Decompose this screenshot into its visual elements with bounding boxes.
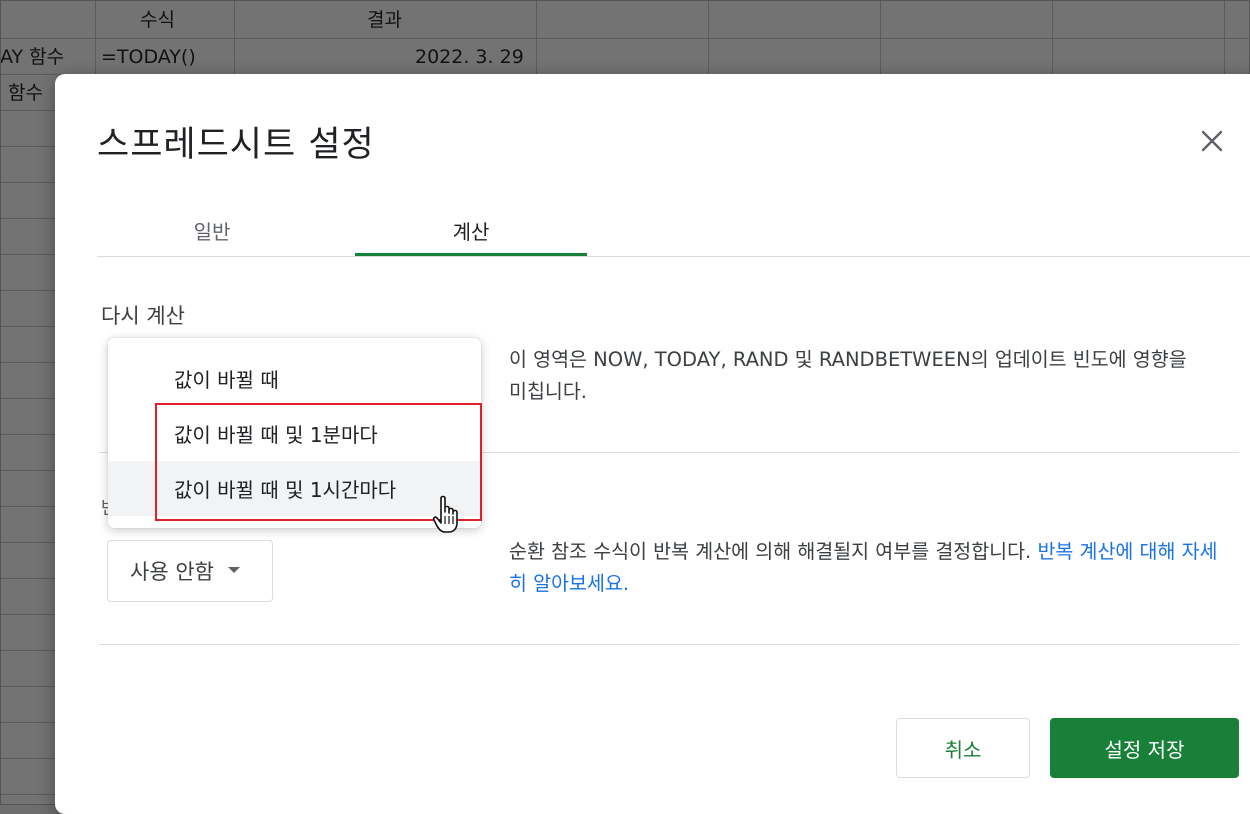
iterative-dropdown[interactable]: 사용 안함 bbox=[107, 540, 273, 602]
dialog-title: 스프레드시트 설정 bbox=[97, 125, 375, 165]
recalc-description: 이 영역은 NOW, TODAY, RAND 및 RANDBETWEEN의 업데… bbox=[509, 348, 1187, 403]
sheet-cell-result[interactable]: 2022. 3. 29 bbox=[415, 39, 524, 75]
dropdown-value: 사용 안함 bbox=[130, 560, 214, 584]
sheet-cell-label[interactable]: 함수 bbox=[8, 75, 43, 111]
menu-item-on-change[interactable]: 값이 바뀔 때 bbox=[108, 351, 481, 406]
tab-calculation[interactable]: 계산 bbox=[355, 204, 587, 256]
iterative-description-text: 순환 참조 수식이 반복 계산에 의해 해결될지 여부를 결정합니다. bbox=[509, 540, 1038, 563]
sheet-cell-formula[interactable]: =TODAY() bbox=[101, 39, 196, 75]
menu-item-every-minute[interactable]: 값이 바뀔 때 및 1분마다 bbox=[108, 406, 481, 461]
recalc-menu: 값이 바뀔 때 값이 바뀔 때 및 1분마다 값이 바뀔 때 및 1시간마다 bbox=[108, 338, 481, 528]
cancel-button[interactable]: 취소 bbox=[896, 718, 1030, 778]
active-tab-indicator bbox=[355, 253, 587, 256]
hand-pointer-icon bbox=[432, 495, 458, 533]
sheet-header-result[interactable]: 결과 bbox=[367, 2, 402, 38]
sheet-cell-label[interactable]: AY 함수 bbox=[0, 39, 64, 75]
close-button[interactable] bbox=[1195, 124, 1229, 158]
close-icon bbox=[1201, 130, 1223, 152]
recalc-label: 다시 계산 bbox=[101, 304, 185, 328]
iterative-description: 순환 참조 수식이 반복 계산에 의해 해결될지 여부를 결정합니다. 반복 계… bbox=[509, 536, 1219, 600]
caret-down-icon bbox=[227, 567, 240, 573]
menu-item-every-hour[interactable]: 값이 바뀔 때 및 1시간마다 bbox=[108, 461, 481, 516]
save-settings-button[interactable]: 설정 저장 bbox=[1050, 718, 1239, 778]
tab-bar: 일반 계산 bbox=[97, 204, 1250, 257]
tab-general[interactable]: 일반 bbox=[97, 204, 327, 256]
divider bbox=[99, 644, 1239, 645]
sheet-header-formula[interactable]: 수식 bbox=[140, 2, 175, 38]
